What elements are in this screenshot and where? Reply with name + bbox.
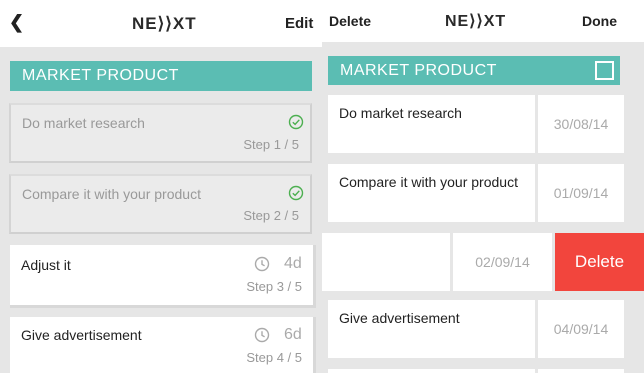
task-row[interactable]: Compare it with your product (328, 164, 535, 222)
task-card[interactable]: Give advertisement 6d Step 4 / 5 (10, 317, 316, 373)
task-step: Step 1 / 5 (243, 137, 299, 152)
days-remaining: 6d (284, 326, 302, 343)
task-row[interactable] (328, 369, 535, 373)
task-step: Step 3 / 5 (246, 279, 302, 294)
done-button[interactable]: Done (582, 13, 617, 29)
navbar: ❮ NE⟩⟩XT Edit (0, 0, 322, 47)
task-row-swiped[interactable] (322, 233, 450, 291)
task-date[interactable]: 04/09/14 (538, 300, 624, 358)
task-step: Step 2 / 5 (243, 208, 299, 223)
task-row[interactable]: Do market research (328, 95, 535, 153)
navbar: Delete NE⟩⟩XT Done (322, 0, 644, 42)
section-title: MARKET PRODUCT (340, 61, 497, 79)
back-icon[interactable]: ❮ (9, 12, 24, 33)
task-title: Compare it with your product (339, 174, 518, 190)
task-card[interactable]: Adjust it 4d Step 3 / 5 (10, 245, 316, 308)
delete-nav-button[interactable]: Delete (329, 13, 371, 29)
task-title: Give advertisement (21, 327, 142, 343)
task-title: Give advertisement (339, 310, 460, 326)
app-logo: NE⟩⟩XT (132, 14, 197, 33)
days-remaining: 4d (284, 255, 302, 272)
clock-icon (254, 327, 270, 343)
task-card[interactable]: Do market research Step 1 / 5 (9, 103, 312, 163)
task-step: Step 4 / 5 (246, 350, 302, 365)
delete-row-button[interactable]: Delete (555, 233, 644, 291)
section-header: MARKET PRODUCT (328, 56, 620, 85)
app-logo: NE⟩⟩XT (445, 13, 507, 30)
task-title: Compare it with your product (22, 186, 201, 202)
task-date[interactable]: 02/09/14 (453, 233, 552, 291)
task-title: Do market research (22, 115, 145, 131)
task-card[interactable]: Compare it with your product Step 2 / 5 (9, 174, 312, 234)
check-circle-icon (288, 114, 304, 130)
task-title: Do market research (339, 105, 462, 121)
clock-icon (254, 256, 270, 272)
check-circle-icon (288, 185, 304, 201)
task-list-view: ❮ NE⟩⟩XT Edit MARKET PRODUCT Do market r… (0, 0, 322, 373)
section-header: MARKET PRODUCT (10, 61, 312, 91)
task-row[interactable]: Give advertisement (328, 300, 535, 358)
task-title: Adjust it (21, 257, 71, 273)
select-all-checkbox[interactable] (595, 61, 614, 80)
task-date[interactable] (538, 369, 624, 373)
task-date[interactable]: 30/08/14 (538, 95, 624, 153)
edit-list-view: Delete NE⟩⟩XT Done MARKET PRODUCT Do mar… (322, 0, 644, 373)
section-title: MARKET PRODUCT (22, 67, 179, 84)
edit-button[interactable]: Edit (285, 15, 313, 32)
task-date[interactable]: 01/09/14 (538, 164, 624, 222)
